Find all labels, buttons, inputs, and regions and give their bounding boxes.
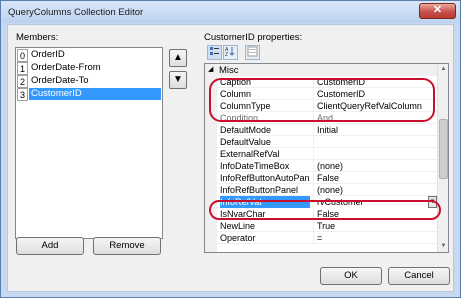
- member-name: OrderDate-From: [31, 62, 101, 73]
- member-index: 3: [17, 88, 28, 101]
- close-button[interactable]: ✕: [419, 3, 456, 19]
- member-item-orderid[interactable]: 0 OrderID: [17, 49, 161, 62]
- dialog-client-area: Members: 0 OrderID 1 OrderDate-From 2 Or…: [7, 24, 454, 292]
- property-name: ColumnType: [220, 101, 271, 111]
- property-row-column[interactable]: Column CustomerID: [217, 88, 437, 100]
- property-grid-gutter: [205, 64, 217, 252]
- property-value[interactable]: True: [313, 220, 437, 232]
- alphabetical-icon[interactable]: AZ: [223, 45, 238, 60]
- scroll-up-icon[interactable]: ▲: [438, 64, 448, 75]
- property-name: Operator: [220, 233, 256, 243]
- vertical-scrollbar[interactable]: ▲ ▼: [437, 64, 448, 252]
- scroll-thumb[interactable]: [439, 119, 448, 179]
- window-title: QueryColumns Collection Editor: [8, 7, 144, 18]
- svg-text:Z: Z: [225, 52, 228, 57]
- member-name: OrderDate-To: [31, 75, 89, 86]
- property-row-newline[interactable]: NewLine True: [217, 220, 437, 232]
- member-name: CustomerID: [29, 88, 161, 100]
- add-button[interactable]: Add: [16, 237, 84, 255]
- property-row-columntype[interactable]: ColumnType ClientQueryRefValColumn: [217, 100, 437, 112]
- dropdown-button[interactable]: ▼: [428, 196, 437, 208]
- category-row-misc[interactable]: ◢ Misc: [205, 64, 437, 76]
- property-value[interactable]: And: [313, 112, 437, 124]
- collection-editor-window: QueryColumns Collection Editor ✕ Members…: [0, 0, 461, 298]
- member-index: 0: [17, 49, 28, 62]
- property-name: Condition: [220, 113, 259, 123]
- property-name: DefaultMode: [220, 125, 272, 135]
- property-row-defaultmode[interactable]: DefaultMode Initial: [217, 124, 437, 136]
- property-row-isnvarchar[interactable]: IsNvarChar False: [217, 208, 437, 220]
- property-row-externalrefval[interactable]: ExternalRefVal: [217, 148, 437, 160]
- property-value[interactable]: CustomerID: [313, 76, 437, 88]
- property-row-caption[interactable]: Caption CustomerID: [217, 76, 437, 88]
- property-value[interactable]: [313, 148, 437, 160]
- member-item-orderdate-to[interactable]: 2 OrderDate-To: [17, 75, 161, 88]
- property-name: DefaultValue: [220, 137, 271, 147]
- property-grid[interactable]: ◢ Misc Caption CustomerID Column Custome…: [204, 63, 449, 253]
- collapse-icon[interactable]: ◢: [208, 65, 213, 73]
- cancel-button[interactable]: Cancel: [388, 267, 450, 285]
- property-name: InfoRefButtonAutoPanel: [220, 173, 310, 183]
- member-item-orderdate-from[interactable]: 1 OrderDate-From: [17, 62, 161, 75]
- move-down-button[interactable]: ▼: [169, 71, 187, 89]
- scroll-down-icon[interactable]: ▼: [438, 241, 448, 252]
- property-name: InfoDateTimeBox: [220, 161, 290, 171]
- property-row-inforefbuttonpanel[interactable]: InfoRefButtonPanel (none): [217, 184, 437, 196]
- member-name: OrderID: [31, 49, 65, 60]
- member-index: 1: [17, 62, 28, 75]
- member-index: 2: [17, 75, 28, 88]
- property-row-condition[interactable]: Condition And: [217, 112, 437, 124]
- property-name: Caption: [220, 77, 252, 87]
- property-row-inforefval[interactable]: InfoRefVal rvCustomer ▼: [217, 196, 437, 208]
- arrow-down-icon: ▼: [173, 74, 183, 85]
- property-name: InfoRefVal: [220, 196, 310, 208]
- move-up-button[interactable]: ▲: [169, 49, 187, 67]
- property-value[interactable]: False: [313, 208, 437, 220]
- ok-button[interactable]: OK: [320, 267, 382, 285]
- property-value[interactable]: [313, 136, 437, 148]
- property-value[interactable]: rvCustomer: [313, 196, 437, 208]
- chevron-down-icon: ▼: [429, 199, 436, 205]
- members-list[interactable]: 0 OrderID 1 OrderDate-From 2 OrderDate-T…: [15, 47, 163, 239]
- category-name: Misc: [219, 65, 239, 76]
- property-row-defaultvalue[interactable]: DefaultValue: [217, 136, 437, 148]
- property-row-infodatetimebox[interactable]: InfoDateTimeBox (none): [217, 160, 437, 172]
- property-name: InfoRefButtonPanel: [220, 185, 299, 195]
- property-name: ExternalRefVal: [220, 149, 280, 159]
- property-value[interactable]: ClientQueryRefValColumn: [313, 100, 437, 112]
- remove-button[interactable]: Remove: [93, 237, 161, 255]
- property-name: Column: [220, 89, 252, 99]
- close-icon: ✕: [432, 4, 443, 16]
- property-value[interactable]: CustomerID: [313, 88, 437, 100]
- property-row-operator[interactable]: Operator =: [217, 232, 437, 244]
- property-name: NewLine: [220, 221, 256, 231]
- property-value[interactable]: (none): [313, 184, 437, 196]
- categorized-icon[interactable]: [207, 45, 222, 60]
- arrow-up-icon: ▲: [173, 52, 183, 63]
- property-row-inforefbuttonautopanel[interactable]: InfoRefButtonAutoPanel False: [217, 172, 437, 184]
- title-bar[interactable]: QueryColumns Collection Editor ✕: [1, 1, 460, 23]
- members-label: Members:: [16, 32, 59, 43]
- property-value[interactable]: (none): [313, 160, 437, 172]
- properties-label: CustomerID properties:: [204, 32, 303, 43]
- property-value[interactable]: False: [313, 172, 437, 184]
- member-item-customerid[interactable]: 3 CustomerID: [17, 88, 161, 101]
- property-value[interactable]: Initial: [313, 124, 437, 136]
- property-name: IsNvarChar: [220, 209, 266, 219]
- property-pages-icon[interactable]: [245, 45, 260, 60]
- property-grid-toolbar: AZ: [205, 45, 449, 61]
- property-value[interactable]: =: [313, 232, 437, 244]
